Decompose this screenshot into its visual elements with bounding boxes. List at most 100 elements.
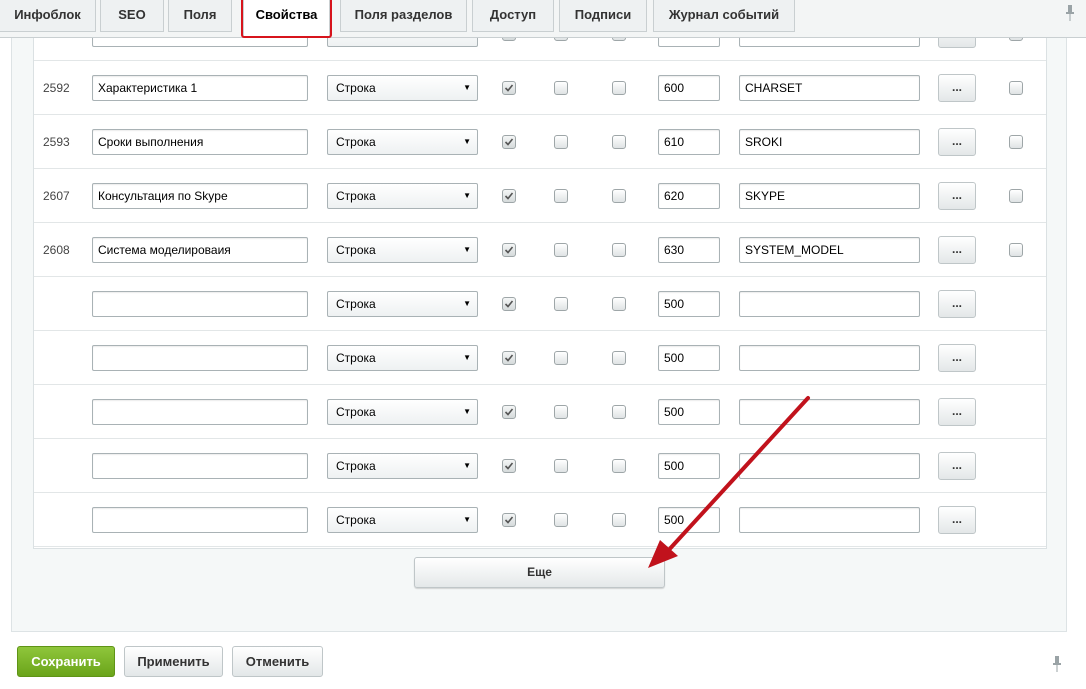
property-settings-button[interactable]: ... [938,398,976,426]
code-input[interactable]: SKYPE [739,183,920,209]
property-settings-button[interactable]: ... [938,344,976,372]
sort-input[interactable]: 600 [658,75,720,101]
property-type-select[interactable]: Строка ▼ [327,75,478,101]
property-name-input[interactable] [92,345,308,371]
tab-access[interactable]: Доступ [472,0,554,32]
multiple-checkbox[interactable] [554,405,568,419]
tab-captions[interactable]: Подписи [559,0,647,32]
active-checkbox[interactable] [502,459,516,473]
multiple-checkbox[interactable] [554,513,568,527]
property-name-input[interactable] [92,38,308,47]
required-checkbox[interactable] [612,405,626,419]
active-checkbox[interactable] [502,135,516,149]
property-name-input[interactable] [92,399,308,425]
property-type-select[interactable]: Строка ▼ [327,399,478,425]
property-name-input[interactable] [92,453,308,479]
active-checkbox[interactable] [502,351,516,365]
property-name-input[interactable]: Консультация по Skype [92,183,308,209]
tab-fields[interactable]: Поля [168,0,232,32]
required-checkbox[interactable] [612,513,626,527]
tab-section-fields[interactable]: Поля разделов [340,0,467,32]
property-name-input[interactable] [92,291,308,317]
required-checkbox[interactable] [612,351,626,365]
code-input[interactable] [739,399,920,425]
required-checkbox[interactable] [612,81,626,95]
property-settings-button[interactable]: ... [938,128,976,156]
multiple-checkbox[interactable] [554,351,568,365]
property-settings-button[interactable]: ... [938,452,976,480]
code-input[interactable] [739,345,920,371]
pin-icon[interactable] [1049,655,1065,673]
property-type-select[interactable]: Строка ▼ [327,345,478,371]
property-name-input[interactable] [92,507,308,533]
delete-checkbox[interactable] [1009,38,1023,41]
property-type-select[interactable]: Строка ▼ [327,183,478,209]
multiple-checkbox[interactable] [554,38,568,41]
sort-input[interactable]: 500 [658,345,720,371]
active-checkbox[interactable] [502,243,516,257]
code-input[interactable]: CHARSET [739,75,920,101]
multiple-checkbox[interactable] [554,243,568,257]
sort-input[interactable] [658,38,720,47]
tab-properties[interactable]: Свойства [243,0,330,36]
property-type-select[interactable]: Строка ▼ [327,507,478,533]
active-checkbox[interactable] [502,81,516,95]
required-checkbox[interactable] [612,459,626,473]
sort-input[interactable]: 620 [658,183,720,209]
property-name-input[interactable]: Сроки выполнения [92,129,308,155]
property-type-select[interactable]: Строка ▼ [327,453,478,479]
multiple-checkbox[interactable] [554,297,568,311]
sort-input[interactable]: 500 [658,399,720,425]
code-input[interactable] [739,291,920,317]
code-input[interactable]: SYSTEM_MODEL [739,237,920,263]
required-checkbox[interactable] [612,243,626,257]
property-type-select[interactable]: Строка ▼ [327,237,478,263]
sort-input[interactable]: 610 [658,129,720,155]
code-input[interactable]: SROKI [739,129,920,155]
chevron-down-icon: ▼ [463,299,471,308]
tab-seo[interactable]: SEO [100,0,164,32]
delete-checkbox[interactable] [1009,81,1023,95]
property-settings-button[interactable]: ... [938,290,976,318]
sort-input[interactable]: 500 [658,291,720,317]
save-button[interactable]: Сохранить [17,646,115,677]
active-checkbox[interactable] [502,189,516,203]
code-input[interactable] [739,507,920,533]
property-settings-button[interactable]: ... [938,236,976,264]
active-checkbox[interactable] [502,513,516,527]
code-input[interactable] [739,38,920,47]
code-input[interactable] [739,453,920,479]
required-checkbox[interactable] [612,135,626,149]
pin-icon[interactable] [1062,4,1078,22]
sort-input[interactable]: 630 [658,237,720,263]
sort-input[interactable]: 500 [658,453,720,479]
tab-infoblock[interactable]: Инфоблок [0,0,96,32]
property-type-select[interactable]: Строка ▼ [327,129,478,155]
property-settings-button[interactable]: ... [938,74,976,102]
multiple-checkbox[interactable] [554,81,568,95]
required-checkbox[interactable] [612,189,626,203]
active-checkbox[interactable] [502,405,516,419]
property-name-input[interactable]: Характеристика 1 [92,75,308,101]
apply-button[interactable]: Применить [124,646,223,677]
more-button[interactable]: Еще [414,557,665,588]
required-checkbox[interactable] [612,38,626,41]
active-checkbox[interactable] [502,38,516,41]
multiple-checkbox[interactable] [554,189,568,203]
active-checkbox[interactable] [502,297,516,311]
multiple-checkbox[interactable] [554,135,568,149]
property-settings-button[interactable]: ... [938,38,976,48]
tab-event-log[interactable]: Журнал событий [653,0,795,32]
property-type-select[interactable]: ▼ [327,38,478,47]
property-name-input[interactable]: Система моделироваия [92,237,308,263]
multiple-checkbox[interactable] [554,459,568,473]
sort-input[interactable]: 500 [658,507,720,533]
delete-checkbox[interactable] [1009,135,1023,149]
property-settings-button[interactable]: ... [938,506,976,534]
delete-checkbox[interactable] [1009,243,1023,257]
required-checkbox[interactable] [612,297,626,311]
property-settings-button[interactable]: ... [938,182,976,210]
delete-checkbox[interactable] [1009,189,1023,203]
cancel-button[interactable]: Отменить [232,646,323,677]
property-type-select[interactable]: Строка ▼ [327,291,478,317]
